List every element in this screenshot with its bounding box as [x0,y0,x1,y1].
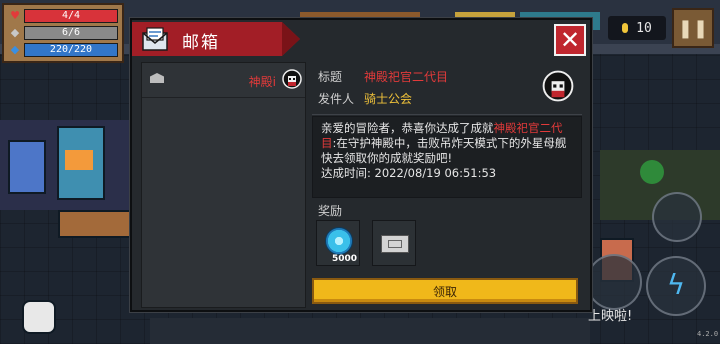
claim-button[interactable]: 领取 [312,278,578,304]
reward-label: 奖励 [318,204,343,218]
attack-button[interactable] [586,254,642,310]
envelope-icon [150,73,164,83]
heart-icon: ♥ [10,9,20,22]
mail-detail: 标题 神殿祀官二代目 发件人 骑士公会 亲爱的冒险者，恭喜你达成了成就神殿祀官二… [308,62,582,306]
pause-icon: ❚❚ [677,17,709,39]
reward-gem: 5000 [316,220,360,266]
energy-bar: 220/220 [24,43,118,57]
energy-row: ◆ 220/220 [8,43,118,57]
mail-title: 神殿祀官二代目 [364,70,449,84]
arcade-machine [57,126,105,200]
robot-npc [8,140,46,194]
plant-decoration [640,160,664,184]
hp-bar: 4/4 [24,9,118,23]
cult-leader-avatar-icon [542,70,574,102]
armor-value: 6/6 [61,27,81,38]
crate-stack [58,210,132,238]
close-button[interactable]: ✕ [554,24,586,56]
title-label: 标题 [318,70,343,84]
mail-list-sender: 神殿i [248,75,276,89]
divider [312,114,582,115]
achieved-time: 达成时间: 2022/08/19 06:51:53 [321,166,497,180]
energy-value: 220/220 [49,44,93,55]
coin-icon [622,23,629,33]
pause-button[interactable]: ❚❚ [672,8,714,48]
version-label: 4.2.0 [697,330,719,338]
coin-value: 10 [636,20,652,36]
cult-leader-avatar-icon [282,69,302,89]
skill-button[interactable]: ϟ [646,256,706,316]
hp-value: 4/4 [61,10,81,21]
sender-label: 发件人 [318,92,355,106]
pet-npc [22,300,56,334]
weapon-swap-button[interactable] [652,192,702,242]
mail-body: 亲爱的冒险者，恭喜你达成了成就神殿祀官二代目:在守护神殿中，击败吊炸天模式下的外… [312,116,582,198]
hp-row: ♥ 4/4 [8,9,118,23]
reward-count: 5000 [331,254,357,264]
reward-ticket [372,220,416,266]
mailbox-dialog: 邮箱 ✕ 神殿i 标题 神殿祀官二代目 发件人 骑士公会 亲爱的冒险者，恭喜你达… [130,18,592,312]
armor-row: ◆ 6/6 [8,26,118,40]
player-status-panel: ♥ 4/4 ◆ 6/6 ◆ 220/220 [2,3,124,63]
mail-body-text: 亲爱的冒险者，恭喜你达成了成就神殿祀官二代目:在守护神殿中，击败吊炸天模式下的外… [321,121,567,180]
armor-bar: 6/6 [24,26,118,40]
mail-list: 神殿i [141,62,306,308]
gem-icon [325,227,353,255]
dialog-title: 邮箱 [182,33,220,53]
background-banner-text: 上映啦! [588,309,633,324]
ticket-icon [381,235,409,253]
coin-counter: 10 [608,16,666,40]
mail-list-item[interactable]: 神殿i [142,63,305,98]
mail-sender: 骑士公会 [364,92,413,106]
floor-decoration [150,318,590,344]
energy-crystal-icon: ◆ [10,43,20,56]
close-icon: ✕ [559,26,581,54]
reward-list: 5000 [312,220,580,270]
dialog-header: 邮箱 ✕ [132,20,590,60]
mail-icon [142,27,168,51]
lightning-icon: ϟ [666,268,686,301]
shield-icon: ◆ [10,26,20,39]
